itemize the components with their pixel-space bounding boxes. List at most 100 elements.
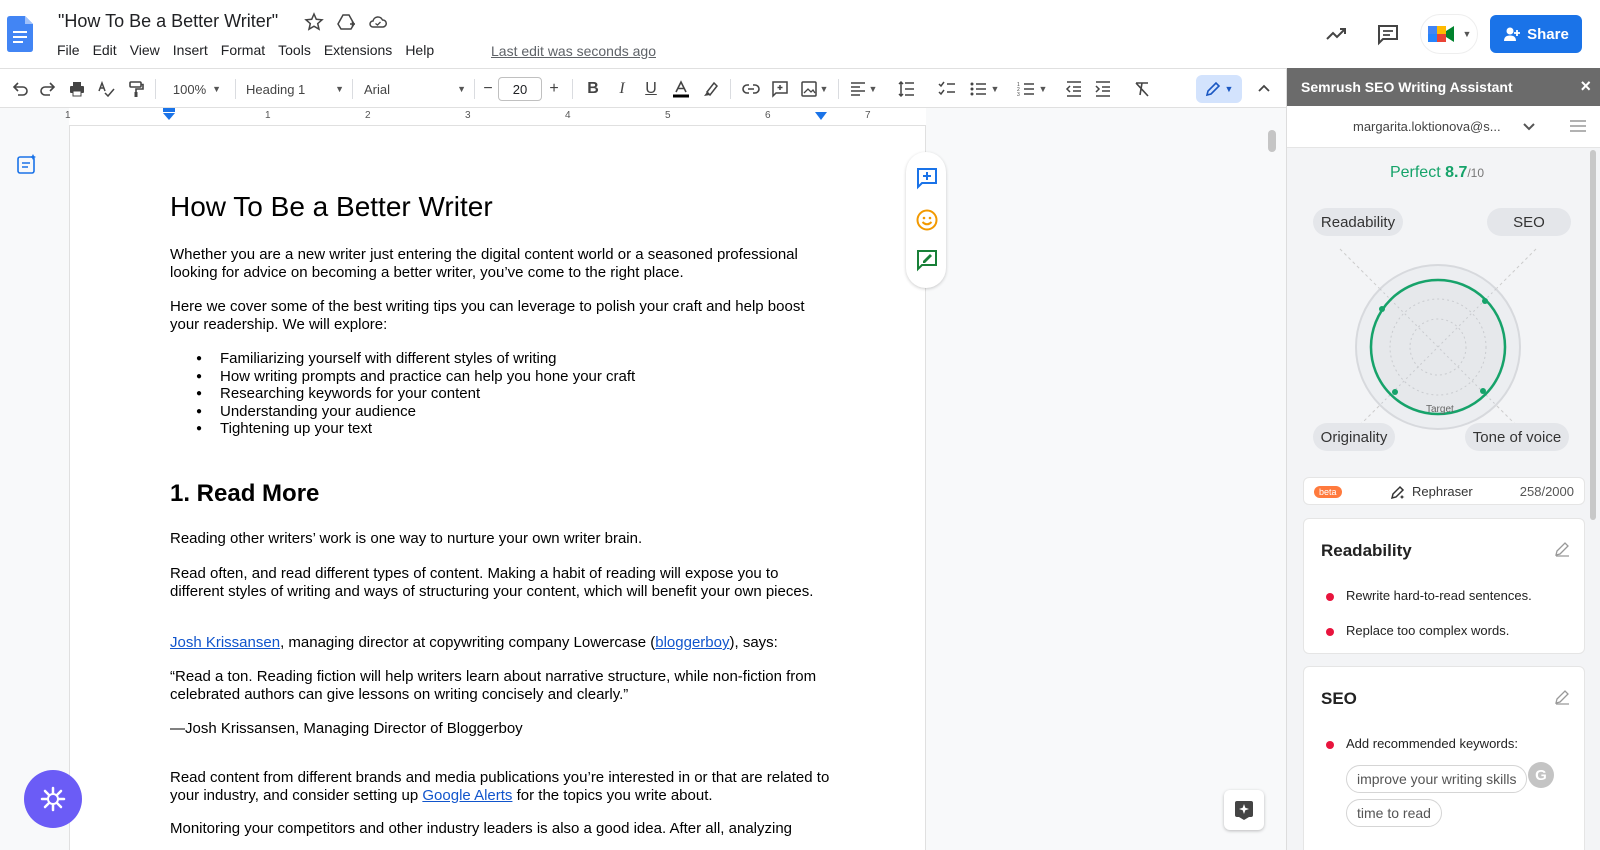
- checklist-button[interactable]: [935, 77, 959, 101]
- chevron-down-icon: ▼: [1462, 29, 1472, 39]
- font-size-input[interactable]: 20: [498, 77, 542, 101]
- pencil-icon[interactable]: [1554, 541, 1570, 557]
- originality-point: [1392, 389, 1398, 395]
- readability-issue[interactable]: Rewrite hard-to-read sentences.: [1346, 588, 1532, 603]
- suggest-edits-icon[interactable]: [915, 248, 939, 272]
- italic-button[interactable]: I: [611, 77, 633, 101]
- bloggerboy-link[interactable]: bloggerboy: [655, 634, 729, 651]
- list-item: Tightening up your text: [170, 420, 635, 438]
- activity-dashboard-button[interactable]: [1316, 14, 1356, 54]
- ruler-number: 1: [265, 110, 271, 121]
- increase-indent-button[interactable]: [1091, 77, 1115, 101]
- menu-format[interactable]: Format: [221, 42, 265, 58]
- document-outline-icon[interactable]: [16, 153, 38, 175]
- seo-card-title: SEO: [1321, 689, 1357, 708]
- move-to-drive-icon[interactable]: [336, 12, 356, 32]
- add-comment-icon[interactable]: [915, 166, 939, 190]
- chevron-down-icon: ▼: [1224, 84, 1234, 94]
- star-icon[interactable]: [304, 12, 324, 32]
- paint-format-icon: [129, 81, 144, 97]
- print-button[interactable]: [65, 77, 89, 101]
- document-title[interactable]: "How To Be a Better Writer": [58, 11, 278, 32]
- redo-button[interactable]: [36, 77, 60, 101]
- svg-text:3: 3: [1017, 92, 1020, 98]
- right-indent-marker-icon[interactable]: [815, 112, 827, 122]
- cloud-saved-icon[interactable]: [368, 12, 388, 32]
- last-edit-link[interactable]: Last edit was seconds ago: [491, 43, 656, 59]
- share-button[interactable]: Share: [1490, 15, 1582, 53]
- underline-button[interactable]: U: [640, 77, 662, 101]
- close-icon[interactable]: ×: [1580, 76, 1591, 97]
- sidebar-title: Semrush SEO Writing Assistant: [1301, 79, 1513, 95]
- line-spacing-button[interactable]: [894, 77, 918, 101]
- tone-of-voice-pill[interactable]: Tone of voice: [1465, 423, 1569, 451]
- account-selector[interactable]: margarita.loktionova@s...: [1287, 106, 1600, 148]
- originality-pill[interactable]: Originality: [1313, 423, 1395, 451]
- zoom-select[interactable]: 100% ▼: [168, 77, 226, 101]
- keyword-chip[interactable]: improve your writing skills: [1346, 765, 1528, 793]
- decrease-font-size-button[interactable]: −: [478, 77, 498, 101]
- menu-insert[interactable]: Insert: [173, 42, 208, 58]
- seo-pill[interactable]: SEO: [1487, 208, 1571, 236]
- meet-button[interactable]: ▼: [1420, 14, 1478, 54]
- ruler-number: 3: [465, 110, 471, 121]
- font-family-select[interactable]: Arial ▼: [364, 77, 466, 101]
- google-meet-icon: [1427, 26, 1454, 42]
- menu-file[interactable]: File: [57, 42, 80, 58]
- share-label: Share: [1527, 25, 1569, 43]
- undo-button[interactable]: [8, 77, 32, 101]
- menu-extensions[interactable]: Extensions: [324, 42, 392, 58]
- menu-icon[interactable]: [1569, 118, 1587, 134]
- paint-format-button[interactable]: [124, 77, 148, 101]
- highlighter-icon: [704, 81, 718, 97]
- pencil-icon[interactable]: [1554, 689, 1570, 705]
- hide-menus-button[interactable]: [1252, 77, 1276, 101]
- explore-button[interactable]: [1224, 790, 1264, 830]
- score-max: /10: [1467, 166, 1485, 180]
- left-indent-marker-icon[interactable]: [163, 108, 175, 122]
- docs-logo-icon[interactable]: [7, 16, 33, 52]
- menu-view[interactable]: View: [130, 42, 160, 58]
- chevron-down-icon[interactable]: [1521, 118, 1537, 134]
- decrease-indent-button[interactable]: [1062, 77, 1086, 101]
- emoji-reaction-icon[interactable]: [915, 208, 939, 232]
- menu-help[interactable]: Help: [405, 42, 434, 58]
- increase-font-size-button[interactable]: +: [544, 77, 564, 101]
- keyword-chip[interactable]: time to read: [1346, 799, 1442, 827]
- google-alerts-link[interactable]: Google Alerts: [422, 787, 512, 804]
- insert-image-button[interactable]: ▼: [797, 77, 831, 101]
- menu-edit[interactable]: Edit: [93, 42, 117, 58]
- bulleted-list-button[interactable]: ▼: [964, 77, 1004, 101]
- chevron-down-icon: ▼: [457, 84, 466, 94]
- numbered-list-button[interactable]: 1 2 3 ▼: [1012, 77, 1052, 101]
- seo-issue[interactable]: Add recommended keywords:: [1346, 736, 1518, 751]
- readability-issue[interactable]: Replace too complex words.: [1346, 623, 1509, 638]
- chevron-down-icon: ▼: [212, 84, 222, 94]
- insert-link-button[interactable]: [740, 77, 762, 101]
- highlight-color-button[interactable]: [700, 77, 722, 101]
- score-label: Perfect: [1389, 164, 1441, 181]
- align-button[interactable]: ▼: [846, 77, 880, 101]
- josh-krissansen-link[interactable]: Josh Krissansen: [170, 634, 280, 651]
- paragraph: Read often, and read different types of …: [170, 565, 814, 600]
- grammarly-badge[interactable]: G: [1528, 762, 1554, 788]
- editing-mode-button[interactable]: ▼: [1196, 75, 1242, 103]
- readability-point: [1379, 306, 1385, 312]
- spelling-check-button[interactable]: [94, 77, 118, 101]
- pencil-icon: [1205, 81, 1220, 97]
- bold-button[interactable]: B: [582, 77, 604, 101]
- comments-button[interactable]: [1368, 14, 1408, 54]
- sidebar-scrollbar[interactable]: [1590, 150, 1596, 520]
- assistant-button[interactable]: [24, 770, 82, 828]
- readability-pill[interactable]: Readability: [1313, 208, 1403, 236]
- menu-tools[interactable]: Tools: [278, 42, 311, 58]
- clear-formatting-button[interactable]: [1130, 77, 1154, 101]
- rephraser-bar[interactable]: beta Rephraser 258/2000: [1303, 477, 1585, 505]
- paragraph-style-select[interactable]: Heading 1 ▼: [246, 77, 344, 101]
- chevron-up-icon: [1258, 84, 1270, 92]
- ruler[interactable]: 1 1 2 3 4 5 6 7: [65, 108, 926, 126]
- add-comment-button[interactable]: [769, 77, 791, 101]
- italic-icon: I: [619, 80, 625, 97]
- text-color-button[interactable]: [670, 77, 692, 101]
- document-scrollbar[interactable]: [1268, 130, 1276, 152]
